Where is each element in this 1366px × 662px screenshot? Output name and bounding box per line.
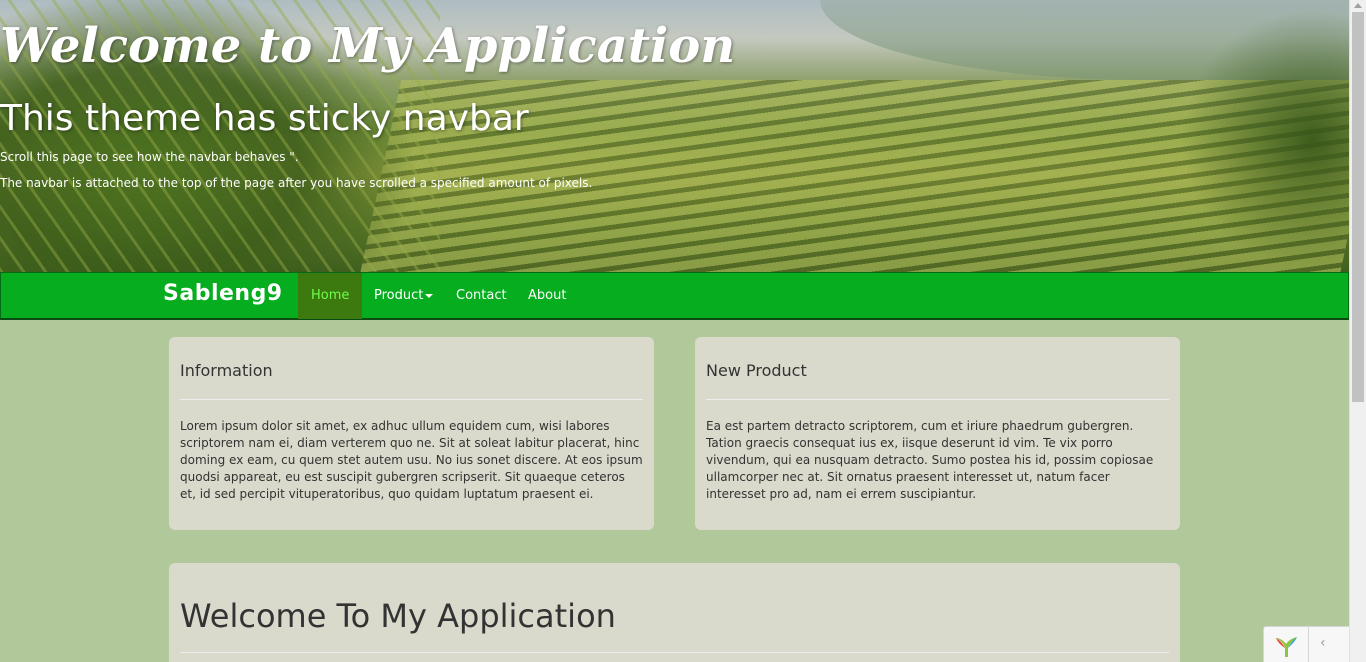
hero-description-2: The navbar is attached to the top of the… [0, 176, 593, 190]
information-panel: Information Lorem ipsum dolor sit amet, … [169, 337, 654, 530]
hero-banner: Welcome to My Application This theme has… [0, 0, 1349, 272]
welcome-panel: Welcome To My Application [169, 563, 1180, 662]
scroll-up-arrow-icon[interactable] [1354, 3, 1362, 8]
caret-down-icon [425, 293, 434, 298]
new-product-panel: New Product Ea est partem detracto scrip… [695, 337, 1180, 530]
navbar: Sableng9 Home Product Contact About [0, 272, 1349, 320]
new-product-body: Ea est partem detracto scriptorem, cum e… [706, 419, 1154, 501]
debug-toolbar[interactable]: ‹ [1263, 626, 1349, 662]
divider [1308, 627, 1309, 662]
nav-item-about[interactable]: About [515, 273, 579, 319]
nav-item-label: About [528, 288, 567, 303]
hero-title: Welcome to My Application [0, 18, 736, 74]
nav-item-product[interactable]: Product [361, 273, 446, 319]
welcome-title: Welcome To My Application [180, 597, 616, 635]
hero-subtitle: This theme has sticky navbar [0, 98, 529, 139]
nav-item-contact[interactable]: Contact [443, 273, 520, 319]
nav-item-label: Contact [456, 288, 507, 303]
nav-item-label: Product [374, 288, 424, 303]
information-title: Information [180, 361, 273, 380]
divider [180, 399, 643, 400]
divider [706, 399, 1169, 400]
nav-item-label: Home [311, 288, 350, 303]
nav-item-home[interactable]: Home [298, 273, 363, 319]
collapse-toggle-icon[interactable]: ‹ [1320, 635, 1326, 651]
vertical-scrollbar[interactable] [1349, 0, 1366, 662]
information-body: Lorem ipsum dolor sit amet, ex adhuc ull… [180, 419, 643, 501]
hero-description-1: Scroll this page to see how the navbar b… [0, 150, 299, 164]
divider [180, 652, 1169, 653]
yii-logo-icon[interactable] [1272, 632, 1300, 660]
scrollbar-thumb[interactable] [1352, 12, 1364, 402]
new-product-title: New Product [706, 361, 807, 380]
navbar-brand[interactable]: Sableng9 [163, 281, 283, 306]
